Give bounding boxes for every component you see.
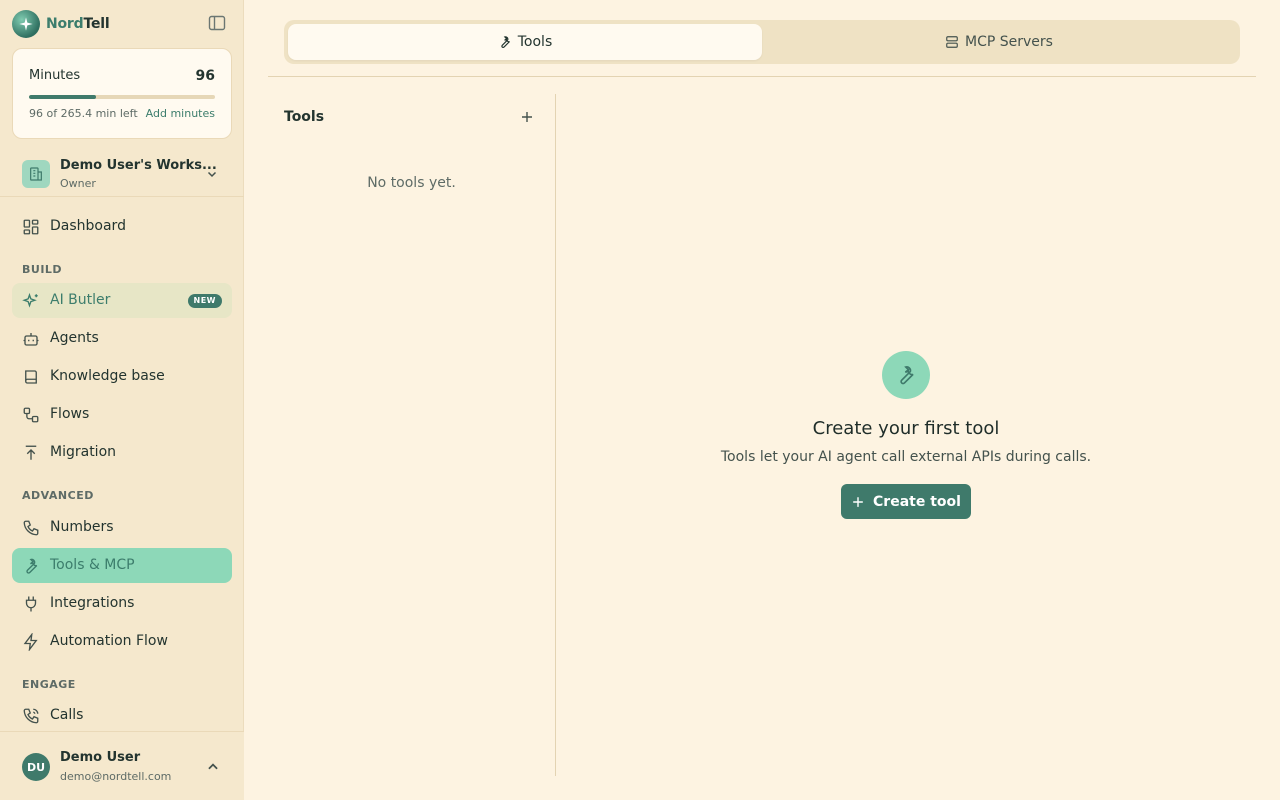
user-name: Demo User <box>60 750 141 765</box>
chevron-down-icon <box>206 168 218 180</box>
plus-icon <box>851 495 865 509</box>
upload-icon <box>22 444 40 462</box>
sidebar-divider <box>0 196 244 197</box>
tab-label: Tools <box>517 34 553 50</box>
create-tool-label: Create tool <box>873 493 961 510</box>
sidebar: NordTell Minutes 96 96 of 265.4 min left… <box>0 0 244 800</box>
new-badge: NEW <box>187 294 222 308</box>
sidebar-item-agents[interactable]: Agents <box>12 321 232 356</box>
brand-name-part-1: Nord <box>46 16 84 32</box>
sidebar-item-label: Knowledge base <box>50 368 165 384</box>
workspace-name: Demo User's Works... <box>60 158 217 173</box>
sidebar-item-label: Flows <box>50 406 90 422</box>
section-label-advanced: ADVANCED <box>22 489 94 502</box>
sidebar-item-label: Calls <box>50 707 84 723</box>
tab-tools[interactable]: Tools <box>288 24 762 60</box>
sidebar-item-label: Dashboard <box>50 218 126 234</box>
sidebar-item-integrations[interactable]: Integrations <box>12 586 232 621</box>
minutes-progress-bar <box>29 95 215 99</box>
sparkles-icon <box>22 292 40 310</box>
sidebar-item-label: Numbers <box>50 519 114 535</box>
minutes-left-text: 96 of 265.4 min left <box>29 107 138 120</box>
avatar: DU <box>22 753 50 781</box>
wrench-icon <box>882 351 930 399</box>
sidebar-item-label: AI Butler <box>50 292 111 308</box>
sidebar-item-ai-butler[interactable]: AI Butler NEW <box>12 283 232 318</box>
tab-label: MCP Servers <box>965 34 1053 50</box>
brand-logo-icon <box>12 10 40 38</box>
sidebar-item-knowledge-base[interactable]: Knowledge base <box>12 359 232 394</box>
dashboard-icon <box>22 218 40 236</box>
section-label-build: BUILD <box>22 263 63 276</box>
bot-icon <box>22 330 40 348</box>
sidebar-item-automation-flow[interactable]: Automation Flow <box>12 624 232 659</box>
add-minutes-link[interactable]: Add minutes <box>146 107 215 120</box>
brand-name: NordTell <box>46 16 110 32</box>
minutes-value: 96 <box>195 68 215 84</box>
tab-mcp-servers[interactable]: MCP Servers <box>762 24 1236 60</box>
sidebar-item-calls[interactable]: Calls <box>12 698 232 733</box>
phone-call-icon <box>22 707 40 725</box>
sidebar-item-numbers[interactable]: Numbers <box>12 510 232 545</box>
brand-name-part-2: Tell <box>83 16 110 32</box>
user-email: demo@nordtell.com <box>60 770 172 783</box>
user-menu[interactable]: DU Demo User demo@nordtell.com <box>0 731 244 800</box>
zap-icon <box>22 633 40 651</box>
add-tool-button[interactable] <box>519 109 535 125</box>
plug-icon <box>22 595 40 613</box>
sidebar-item-migration[interactable]: Migration <box>12 435 232 470</box>
sidebar-item-label: Automation Flow <box>50 633 168 649</box>
wrench-icon <box>498 35 512 49</box>
minutes-label: Minutes <box>29 68 81 83</box>
tools-empty-message: No tools yet. <box>367 175 456 191</box>
wrench-icon <box>22 557 40 575</box>
minutes-progress-fill <box>29 95 97 99</box>
sidebar-toggle-icon[interactable] <box>208 15 228 33</box>
phone-icon <box>22 519 40 537</box>
empty-state-title: Create your first tool <box>812 418 1000 439</box>
book-icon <box>22 368 40 386</box>
building-icon <box>22 160 50 188</box>
workspace-role: Owner <box>60 177 96 190</box>
brand[interactable]: NordTell <box>12 10 110 38</box>
header-divider <box>268 76 1256 77</box>
tab-bar: Tools MCP Servers <box>284 20 1240 64</box>
sidebar-item-tools-mcp[interactable]: Tools & MCP <box>12 548 232 583</box>
tools-panel-title: Tools <box>284 109 325 125</box>
sidebar-item-dashboard[interactable]: Dashboard <box>12 209 232 244</box>
workspace-switcher[interactable]: Demo User's Works... Owner <box>12 150 232 196</box>
empty-state-subtitle: Tools let your AI agent call external AP… <box>720 449 1092 465</box>
sidebar-item-label: Integrations <box>50 595 135 611</box>
create-tool-button[interactable]: Create tool <box>841 484 971 519</box>
sidebar-item-label: Migration <box>50 444 117 460</box>
section-label-engage: ENGAGE <box>22 678 76 691</box>
server-icon <box>945 35 959 49</box>
sidebar-item-label: Agents <box>50 330 99 346</box>
flows-icon <box>22 406 40 424</box>
plus-icon <box>519 109 535 125</box>
chevron-up-icon[interactable] <box>206 760 220 774</box>
minutes-card: Minutes 96 96 of 265.4 min left Add minu… <box>12 48 232 139</box>
sidebar-item-label: Tools & MCP <box>50 557 135 573</box>
sidebar-item-flows[interactable]: Flows <box>12 397 232 432</box>
